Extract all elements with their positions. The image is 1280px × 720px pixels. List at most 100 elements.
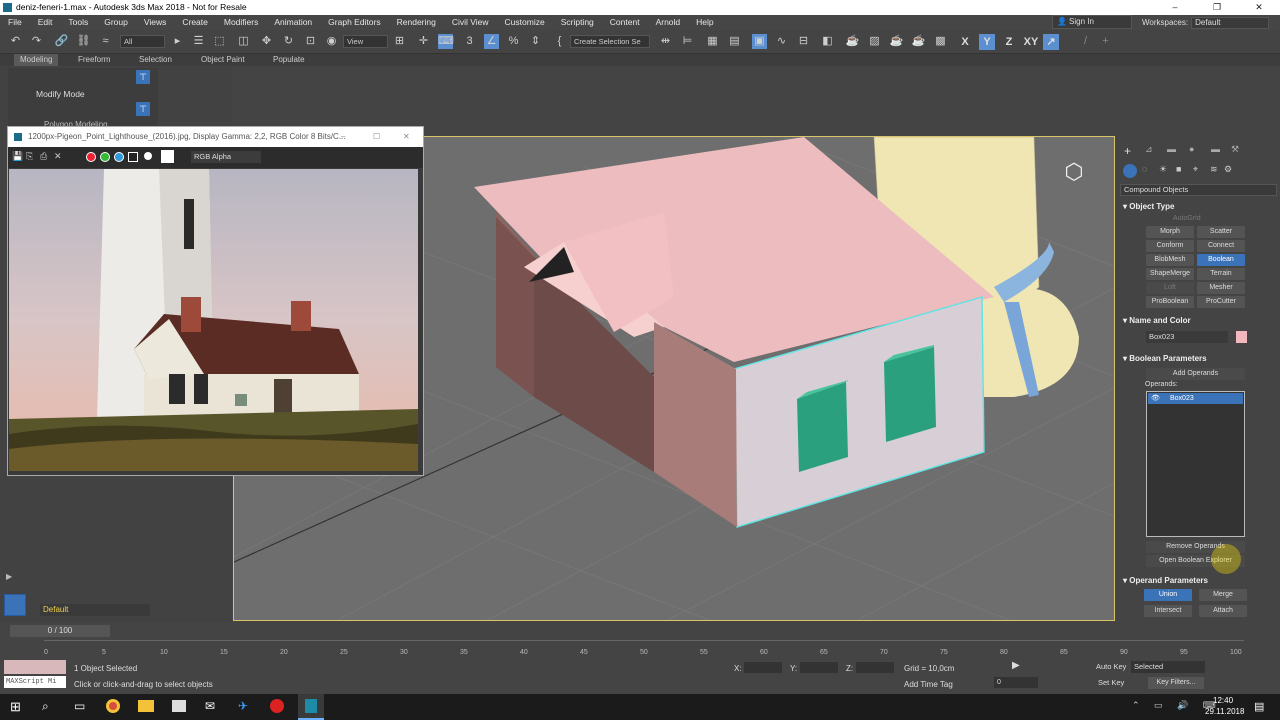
shapes-icon[interactable]: ◌ [1142,164,1147,174]
name-color-header[interactable]: ▾ Name and Color [1123,316,1191,325]
menu-help[interactable]: Help [688,15,721,30]
snap-icon[interactable]: 3 [462,34,477,49]
menu-customize[interactable]: Customize [497,15,553,30]
merge-button[interactable]: Merge [1199,589,1247,601]
boolean-button[interactable]: Boolean [1197,254,1245,266]
tab-modeling[interactable]: Modeling [14,54,59,66]
spinner-snap-icon[interactable]: ⇕ [528,34,543,49]
utilities-tab-icon[interactable]: ⚒ [1231,144,1239,155]
boolean-params-header[interactable]: ▾ Boolean Parameters [1123,354,1207,363]
menu-scripting[interactable]: Scripting [553,15,602,30]
notifications-icon[interactable]: ▤ [1254,700,1264,713]
mono-icon[interactable] [144,152,152,160]
image-window-maximize[interactable]: ☐ [373,127,380,147]
axis-y-button[interactable]: Y [979,34,995,50]
proboolean-button[interactable]: ProBoolean [1146,296,1194,308]
menu-graph-editors[interactable]: Graph Editors [320,15,388,30]
rendered-frame-icon[interactable]: ▨ [867,34,882,49]
axis-xy-button[interactable]: XY [1021,34,1041,50]
save-image-icon[interactable]: 💾 [12,151,23,162]
selection-filter-dropdown[interactable]: All [120,35,165,48]
rotate-icon[interactable]: ↻ [281,34,296,49]
y-field[interactable] [800,662,838,673]
menu-create[interactable]: Create [174,15,216,30]
tab-selection[interactable]: Selection [139,54,172,66]
store-icon[interactable] [172,700,186,712]
viewport-side-expand-icon[interactable]: ▶ [6,571,18,583]
loft-button[interactable]: Loft [1146,282,1194,294]
time-slider[interactable]: 0 / 100 [10,625,110,637]
start-icon[interactable]: ⊞ [10,699,21,715]
snaps-plus-icon[interactable]: + [1098,34,1113,49]
window-crossing-icon[interactable]: ◫ [236,34,251,49]
layer-explorer-icon[interactable]: ▤ [727,34,742,49]
render-setup-icon[interactable]: ☕ [845,34,860,49]
set-key-button[interactable]: Set Key [1098,678,1124,687]
pivot-icon[interactable]: ⊞ [392,34,407,49]
angle-snap-icon[interactable]: ∠ [484,34,499,49]
undo-icon[interactable]: ↶ [8,34,23,49]
key-filters-button[interactable]: Key Filters... [1148,677,1204,689]
background-swatch[interactable] [161,150,174,163]
unlink-icon[interactable]: ⛓ [76,34,91,49]
material-editor-icon[interactable]: ◧ [820,34,835,49]
play-icon[interactable]: ▶ [1012,660,1020,671]
axis-constraint-icon[interactable]: ↗ [1043,34,1059,50]
viewcube-icon[interactable]: ⬡ [1054,159,1094,189]
category-dropdown[interactable]: Compound Objects [1120,184,1277,196]
maxscript-mini[interactable] [4,660,66,674]
ribbon-side-icon[interactable]: ⊤ [136,70,150,84]
maxscript-listener[interactable]: MAXScript Mi [4,676,66,688]
bind-space-warp-icon[interactable]: ≈ [98,34,113,49]
lights-icon[interactable]: ☀ [1159,164,1167,175]
mirror-icon[interactable]: ⇹ [658,34,673,49]
operands-list[interactable]: 👁 Box023 [1146,391,1245,537]
viewport-layout-icon[interactable] [4,594,26,616]
app-icon-blue[interactable]: ✈ [238,699,248,713]
blobmesh-button[interactable]: BlobMesh [1146,254,1194,266]
axis-x-button[interactable]: X [957,34,973,50]
helpers-icon[interactable]: ⌖ [1193,164,1198,175]
menu-file[interactable]: File [0,15,30,30]
3dsmax-taskbar-icon[interactable] [298,694,324,720]
auto-key-button[interactable]: Auto Key [1096,662,1126,671]
union-button[interactable]: Union [1144,589,1192,601]
conform-button[interactable]: Conform [1146,240,1194,252]
clock-time[interactable]: 12:40 [1213,696,1233,705]
operand-visibility-icon[interactable]: 👁 [1151,393,1160,404]
green-channel-icon[interactable] [100,152,110,162]
snaps-override-icon[interactable]: / [1078,34,1093,49]
record-icon[interactable] [270,699,284,713]
connect-button[interactable]: Connect [1197,240,1245,252]
select-object-icon[interactable]: ▸ [170,34,185,49]
image-viewer-window[interactable]: 1200px-Pigeon_Point_Lighthouse_(2016).jp… [7,126,424,476]
manipulate-icon[interactable]: ✛ [416,34,431,49]
select-by-name-icon[interactable]: ☰ [191,34,206,49]
attach-button[interactable]: Attach [1199,605,1247,617]
create-tab-icon[interactable]: + [1124,144,1131,158]
menu-rendering[interactable]: Rendering [389,15,444,30]
ref-coord-dropdown[interactable]: View [343,35,388,48]
minimize-button[interactable]: – [1154,0,1196,15]
redo-icon[interactable]: ↷ [29,34,44,49]
workspaces-dropdown[interactable]: Default [1191,17,1270,29]
menu-civil-view[interactable]: Civil View [444,15,497,30]
named-selection-sets-dropdown[interactable]: Create Selection Se [570,35,650,48]
rect-selection-icon[interactable]: ⬚ [212,34,227,49]
menu-modifiers[interactable]: Modifiers [216,15,266,30]
image-window-close[interactable]: ✕ [403,127,410,147]
align-icon[interactable]: ⊨ [680,34,695,49]
morph-button[interactable]: Morph [1146,226,1194,238]
tab-object-paint[interactable]: Object Paint [201,54,245,66]
timeline-track[interactable]: 0 5 10 15 20 25 30 35 40 45 50 55 60 65 … [44,640,1244,656]
cameras-icon[interactable]: ■ [1176,164,1181,174]
operand-item[interactable]: 👁 Box023 [1148,393,1243,404]
menu-arnold[interactable]: Arnold [648,15,689,30]
clear-image-icon[interactable]: ✕ [54,151,62,162]
chrome-icon[interactable] [106,699,120,713]
schematic-view-icon[interactable]: ⊟ [796,34,811,49]
render-cloud-icon[interactable]: ▩ [933,34,948,49]
ribbon-toggle-icon[interactable]: ▣ [752,34,767,49]
scatter-button[interactable]: Scatter [1197,226,1245,238]
print-image-icon[interactable]: ⎙ [40,151,47,162]
